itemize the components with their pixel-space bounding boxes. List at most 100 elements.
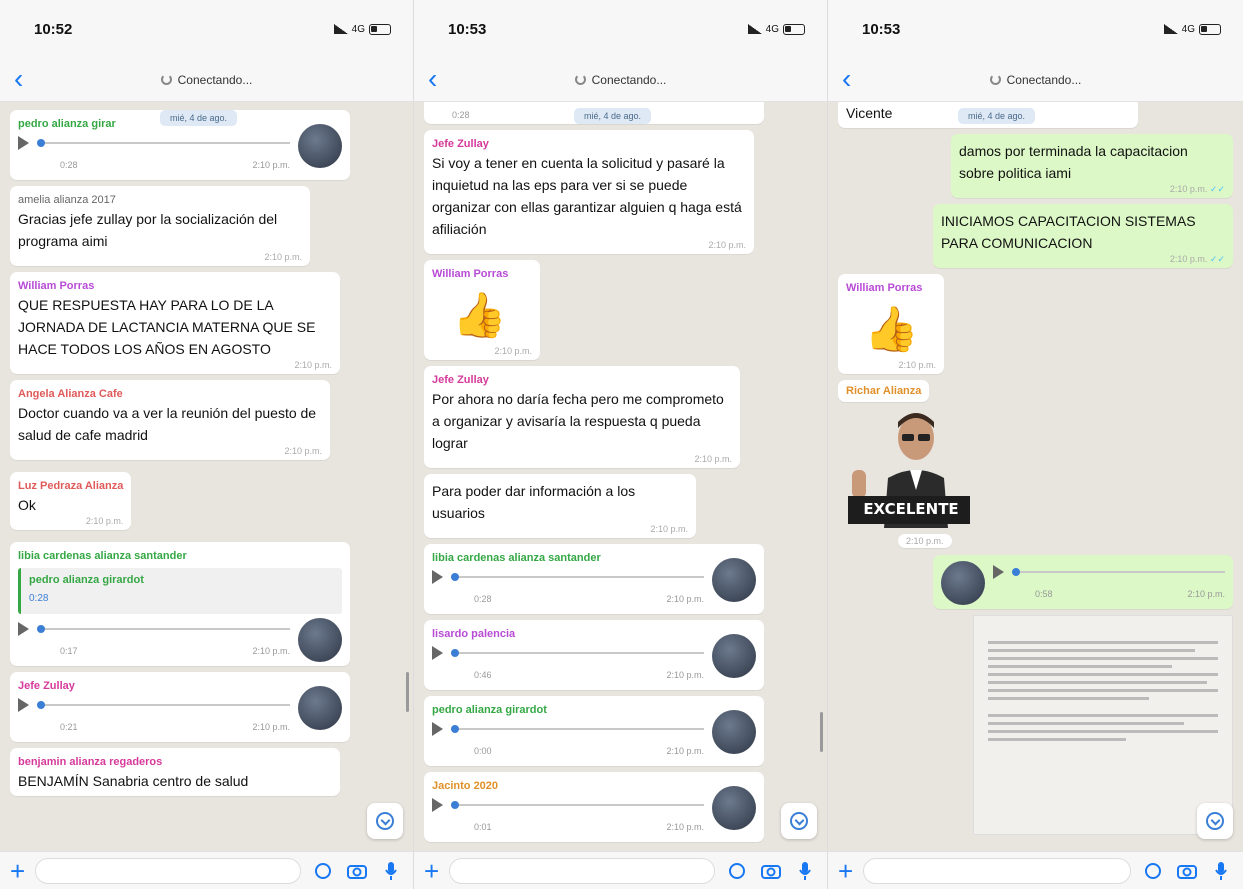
text-message[interactable]: Luz Pedraza Alianza Ok 2:10 p.m. [10, 472, 132, 530]
plus-icon[interactable]: + [424, 858, 439, 884]
plus-icon[interactable]: + [10, 858, 25, 884]
sender-name: amelia alianza 2017 [18, 194, 116, 206]
message-time: 2:10 p.m. [906, 536, 944, 546]
reply-voice-message[interactable]: libia cardenas alianza santander pedro a… [10, 542, 350, 666]
audio-progress[interactable] [451, 801, 704, 809]
voice-message[interactable]: Jacinto 2020 0:01 2:10 p.m. [424, 772, 764, 842]
chat-screen-3: 10:53 4G ‹ Conectando... mié, 4 de ago. … [828, 0, 1243, 889]
microphone-icon[interactable] [793, 859, 817, 883]
avatar[interactable] [712, 634, 756, 678]
avatar[interactable] [712, 710, 756, 754]
message-text: BENJAMÍN Sanabria centro de salud [18, 773, 249, 789]
avatar[interactable] [712, 786, 756, 830]
sender-name: William Porras [432, 268, 509, 280]
audio-progress[interactable] [1012, 568, 1225, 576]
screens: 10:52 4G ‹ Conectando... mié, 4 de ago. … [0, 0, 1243, 889]
text-message[interactable]: benjamin alianza regaderos BENJAMÍN Sana… [10, 748, 340, 796]
voice-message[interactable]: Jefe Zullay 0:21 2:10 p.m. [10, 672, 350, 742]
text-message[interactable]: amelia alianza 2017 Gracias jefe zullay … [10, 186, 310, 266]
back-chevron-icon[interactable]: ‹ [428, 64, 437, 94]
outgoing-message[interactable]: damos por terminada la capacitacion sobr… [951, 134, 1233, 198]
camera-icon[interactable] [345, 859, 369, 883]
input-bar: + [414, 851, 827, 889]
avatar[interactable] [298, 618, 342, 662]
sender-name: Angela Alianza Cafe [18, 388, 123, 400]
audio-progress[interactable] [451, 725, 704, 733]
message-list[interactable]: mié, 4 de ago. Vicente damos por termina… [828, 102, 1243, 851]
sender-name: lisardo palencia [432, 628, 516, 640]
chevron-down-icon [376, 812, 394, 830]
document-image[interactable] [973, 615, 1233, 835]
avatar[interactable] [941, 561, 985, 605]
thumbs-up-sticker: 👍 [452, 291, 507, 340]
sender-name: libia cardenas alianza santander [18, 550, 187, 562]
audio-progress[interactable] [451, 649, 704, 657]
voice-message[interactable]: libia cardenas alianza santander 0:28 2:1… [424, 544, 764, 614]
message-list[interactable]: mié, 4 de ago. 0:28 Jefe Zullay Si voy a… [414, 102, 827, 851]
scroll-down-button[interactable] [367, 803, 403, 839]
message-input[interactable] [449, 857, 715, 884]
sticker-message[interactable]: Richar Alianza EXCELENTE 2:10 p.m. [838, 380, 1233, 549]
avatar[interactable] [712, 558, 756, 602]
sender-name: Jefe Zullay [432, 374, 489, 386]
camera-icon[interactable] [1175, 859, 1199, 883]
message-text: damos por terminada la capacitacion sobr… [959, 143, 1188, 181]
sender-name: Luz Pedraza Alianza [18, 480, 124, 492]
voice-message[interactable]: lisardo palencia 0:46 2:10 p.m. [424, 620, 764, 690]
back-chevron-icon[interactable]: ‹ [14, 64, 23, 94]
outgoing-message[interactable]: INICIAMOS CAPACITACION SISTEMAS PARA COM… [933, 204, 1233, 268]
camera-icon[interactable] [759, 859, 783, 883]
audio-progress[interactable] [37, 139, 290, 147]
avatar[interactable] [298, 124, 342, 168]
sticker-message[interactable]: William Porras 👍 2:10 p.m. [838, 274, 944, 374]
excelente-sticker: EXCELENTE [844, 408, 972, 528]
sticker-icon[interactable] [1141, 859, 1165, 883]
status-bar: 10:53 4G [828, 0, 1243, 58]
message-input[interactable] [863, 857, 1131, 884]
sticker-icon[interactable] [311, 859, 335, 883]
avatar[interactable] [298, 686, 342, 730]
quoted-message[interactable]: pedro alianza girardot 0:28 [18, 568, 342, 614]
signal-icon [1163, 24, 1178, 34]
text-message[interactable]: Para poder dar información a los usuario… [424, 474, 696, 538]
message-time: 2:10 p.m. [694, 454, 732, 464]
play-icon[interactable] [432, 646, 443, 660]
text-message[interactable]: Jefe Zullay Por ahora no daría fecha per… [424, 366, 740, 468]
outgoing-voice-message[interactable]: 0:58 2:10 p.m. [933, 555, 1233, 609]
message-list[interactable]: mié, 4 de ago. pedro alianza girar 0:28 2… [0, 102, 413, 851]
chevron-down-icon [790, 812, 808, 830]
sticker-icon[interactable] [725, 859, 749, 883]
sender-name: pedro alianza girar [18, 118, 116, 130]
scroll-down-button[interactable] [781, 803, 817, 839]
message-input[interactable] [35, 857, 301, 884]
play-icon[interactable] [993, 565, 1004, 579]
play-icon[interactable] [432, 722, 443, 736]
play-icon[interactable] [18, 622, 29, 636]
message-time: 2:10 p.m. [252, 646, 290, 656]
message-time: 2:10 p.m. [264, 252, 302, 262]
back-chevron-icon[interactable]: ‹ [842, 64, 851, 94]
text-message[interactable]: Angela Alianza Cafe Doctor cuando va a v… [10, 380, 330, 460]
message-time: 2:10 p.m. [708, 240, 746, 250]
date-pill: mié, 4 de ago. [574, 108, 652, 124]
chevron-down-icon [1206, 812, 1224, 830]
play-icon[interactable] [18, 136, 29, 150]
plus-icon[interactable]: + [838, 858, 853, 884]
audio-progress[interactable] [37, 625, 290, 633]
play-icon[interactable] [432, 798, 443, 812]
text-message[interactable]: Jefe Zullay Si voy a tener en cuenta la … [424, 130, 754, 254]
audio-progress[interactable] [37, 701, 290, 709]
audio-progress[interactable] [451, 573, 704, 581]
microphone-icon[interactable] [379, 859, 403, 883]
play-icon[interactable] [432, 570, 443, 584]
microphone-icon[interactable] [1209, 859, 1233, 883]
text-message[interactable]: William Porras QUE RESPUESTA HAY PARA LO… [10, 272, 340, 374]
scroll-down-button[interactable] [1197, 803, 1233, 839]
voice-message[interactable]: pedro alianza girardot 0:00 2:10 p.m. [424, 696, 764, 766]
voice-duration: 0:28 [60, 160, 78, 170]
sticker-message[interactable]: William Porras 👍 2:10 p.m. [424, 260, 540, 360]
sender-name: William Porras [846, 282, 923, 294]
scrollbar[interactable] [406, 672, 409, 712]
play-icon[interactable] [18, 698, 29, 712]
scrollbar[interactable] [820, 712, 823, 752]
